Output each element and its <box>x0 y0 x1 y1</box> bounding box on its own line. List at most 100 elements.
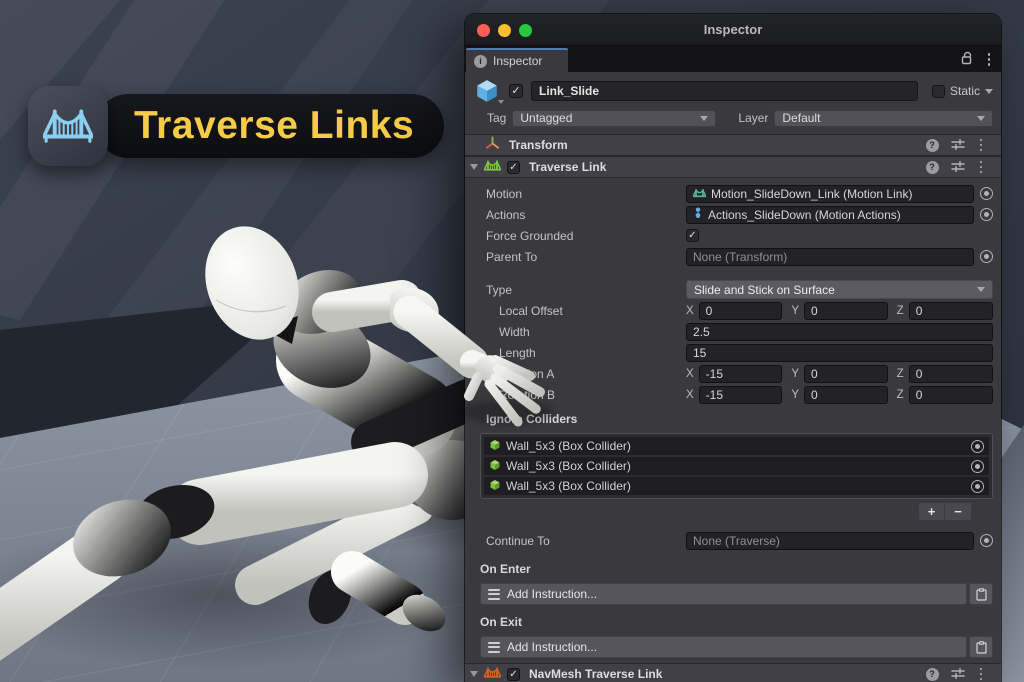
width-input[interactable]: 2.5 <box>686 323 993 341</box>
collider-list-item[interactable]: Wall_5x3 (Box Collider) <box>484 477 989 495</box>
rotation-b-z-input[interactable]: 0 <box>909 386 993 404</box>
motion-actions-icon <box>693 207 703 222</box>
navmesh-traverse-link-header[interactable]: ✓ NavMesh Traverse Link ? <box>465 663 1001 682</box>
ignore-colliders-label: Ignore Colliders <box>465 410 1001 428</box>
badge-icon-tile <box>28 86 108 166</box>
static-dropdown-caret[interactable] <box>985 89 993 94</box>
local-offset-z-input[interactable]: 0 <box>909 302 993 320</box>
tab-bar: i Inspector <box>465 46 1001 72</box>
axis-x-label: X <box>686 368 694 380</box>
list-footer: + − <box>465 499 1001 521</box>
parent-to-row: Parent To None (Transform) <box>465 246 1001 267</box>
rotation-a-z-input[interactable]: 0 <box>909 365 993 383</box>
tag-value: Untagged <box>520 111 572 125</box>
zoom-button[interactable] <box>519 24 532 37</box>
add-collider-button[interactable]: + <box>919 503 945 520</box>
parent-to-object-picker[interactable] <box>980 250 993 263</box>
motion-object-picker[interactable] <box>980 187 993 200</box>
collider-item-label: Wall_5x3 (Box Collider) <box>506 459 631 473</box>
on-enter-label: On Enter <box>465 560 1001 578</box>
help-icon[interactable]: ? <box>926 139 939 152</box>
rotation-a-y-input[interactable]: 0 <box>804 365 888 383</box>
traverse-link-enabled-checkbox[interactable]: ✓ <box>507 161 520 174</box>
icon-picker-caret[interactable] <box>498 100 504 104</box>
remove-collider-button[interactable]: − <box>945 503 971 520</box>
traverse-link-title: Traverse Link <box>529 160 606 174</box>
rotation-a-x-input[interactable]: -15 <box>699 365 783 383</box>
layer-dropdown[interactable]: Default <box>774 110 993 127</box>
layer-value: Default <box>782 111 820 125</box>
collider-object-picker[interactable] <box>971 460 984 473</box>
local-offset-y-input[interactable]: 0 <box>804 302 888 320</box>
presets-icon[interactable] <box>951 160 965 175</box>
collider-list-item[interactable]: Wall_5x3 (Box Collider) <box>484 437 989 455</box>
type-value: Slide and Stick on Surface <box>694 283 835 297</box>
presets-icon[interactable] <box>951 667 965 682</box>
actions-row: Actions Actions_SlideDown (Motion Action… <box>465 204 1001 225</box>
on-enter-instruction-row: Add Instruction... <box>480 583 993 605</box>
collider-object-picker[interactable] <box>971 480 984 493</box>
title-badge: Traverse Links <box>28 86 468 170</box>
collider-object-picker[interactable] <box>971 440 984 453</box>
foldout-caret[interactable] <box>470 671 478 677</box>
info-icon: i <box>474 55 487 68</box>
tab-menu-kebab-icon[interactable] <box>985 52 994 67</box>
tag-dropdown[interactable]: Untagged <box>512 110 716 127</box>
window-title: Inspector <box>704 22 763 37</box>
static-checkbox[interactable] <box>932 85 945 98</box>
motion-value: Motion_SlideDown_Link (Motion Link) <box>711 187 912 201</box>
tab-label: Inspector <box>493 54 542 68</box>
local-offset-row: Local Offset X0 Y0 Z0 <box>465 300 1001 321</box>
paste-instruction-button[interactable] <box>969 636 993 658</box>
length-input[interactable]: 15 <box>686 344 993 362</box>
tab-inspector[interactable]: i Inspector <box>466 48 568 72</box>
transform-component-header[interactable]: Transform ? <box>465 134 1001 156</box>
local-offset-x-input[interactable]: 0 <box>699 302 783 320</box>
presets-icon[interactable] <box>951 138 965 153</box>
transform-kebab-icon[interactable] <box>977 138 986 153</box>
box-collider-icon <box>489 479 501 494</box>
actions-object-field[interactable]: Actions_SlideDown (Motion Actions) <box>686 206 974 224</box>
help-icon[interactable]: ? <box>926 668 939 681</box>
width-row: Width 2.5 <box>465 321 1001 342</box>
type-caret <box>977 287 985 292</box>
rotation-a-row: Rotation A X-15 Y0 Z0 <box>465 363 1001 384</box>
collider-list-item[interactable]: Wall_5x3 (Box Collider) <box>484 457 989 475</box>
close-button[interactable] <box>477 24 490 37</box>
add-instruction-label: Add Instruction... <box>507 587 597 601</box>
gameobject-cube-icon[interactable] <box>473 78 501 104</box>
transform-title: Transform <box>509 138 568 152</box>
foldout-caret[interactable] <box>470 164 478 170</box>
rotation-b-y-input[interactable]: 0 <box>804 386 888 404</box>
add-instruction-button[interactable]: Add Instruction... <box>480 583 967 605</box>
lock-icon[interactable] <box>961 51 973 68</box>
paste-instruction-button[interactable] <box>969 583 993 605</box>
traverse-link-body: Motion Motion_SlideDown_Link (Motion Lin… <box>465 178 1001 682</box>
window-titlebar[interactable]: Inspector <box>465 14 1001 46</box>
continue-to-object-field[interactable]: None (Traverse) <box>686 532 974 550</box>
rotation-b-x-input[interactable]: -15 <box>699 386 783 404</box>
axis-x-label: X <box>686 305 694 317</box>
type-label: Type <box>486 283 686 297</box>
collider-item-label: Wall_5x3 (Box Collider) <box>506 439 631 453</box>
axis-y-label: Y <box>791 368 799 380</box>
add-instruction-button[interactable]: Add Instruction... <box>480 636 967 658</box>
continue-to-object-picker[interactable] <box>980 534 993 547</box>
minimize-button[interactable] <box>498 24 511 37</box>
actions-object-picker[interactable] <box>980 208 993 221</box>
motion-object-field[interactable]: Motion_SlideDown_Link (Motion Link) <box>686 185 974 203</box>
instruction-list-icon <box>488 589 500 600</box>
type-dropdown[interactable]: Slide and Stick on Surface <box>686 280 993 299</box>
gameobject-name-field[interactable]: Link_Slide <box>531 81 918 101</box>
force-grounded-checkbox[interactable]: ✓ <box>686 229 699 242</box>
box-collider-icon <box>489 439 501 454</box>
traverse-link-kebab-icon[interactable] <box>977 160 986 175</box>
navmesh-enabled-checkbox[interactable]: ✓ <box>507 668 520 681</box>
on-exit-instruction-row: Add Instruction... <box>480 636 993 658</box>
navmesh-kebab-icon[interactable] <box>977 667 986 682</box>
continue-to-row: Continue To None (Traverse) <box>465 530 1001 551</box>
parent-to-object-field[interactable]: None (Transform) <box>686 248 974 266</box>
gameobject-active-checkbox[interactable]: ✓ <box>509 84 523 98</box>
traverse-link-component-header[interactable]: ✓ Traverse Link ? <box>465 156 1001 178</box>
help-icon[interactable]: ? <box>926 161 939 174</box>
